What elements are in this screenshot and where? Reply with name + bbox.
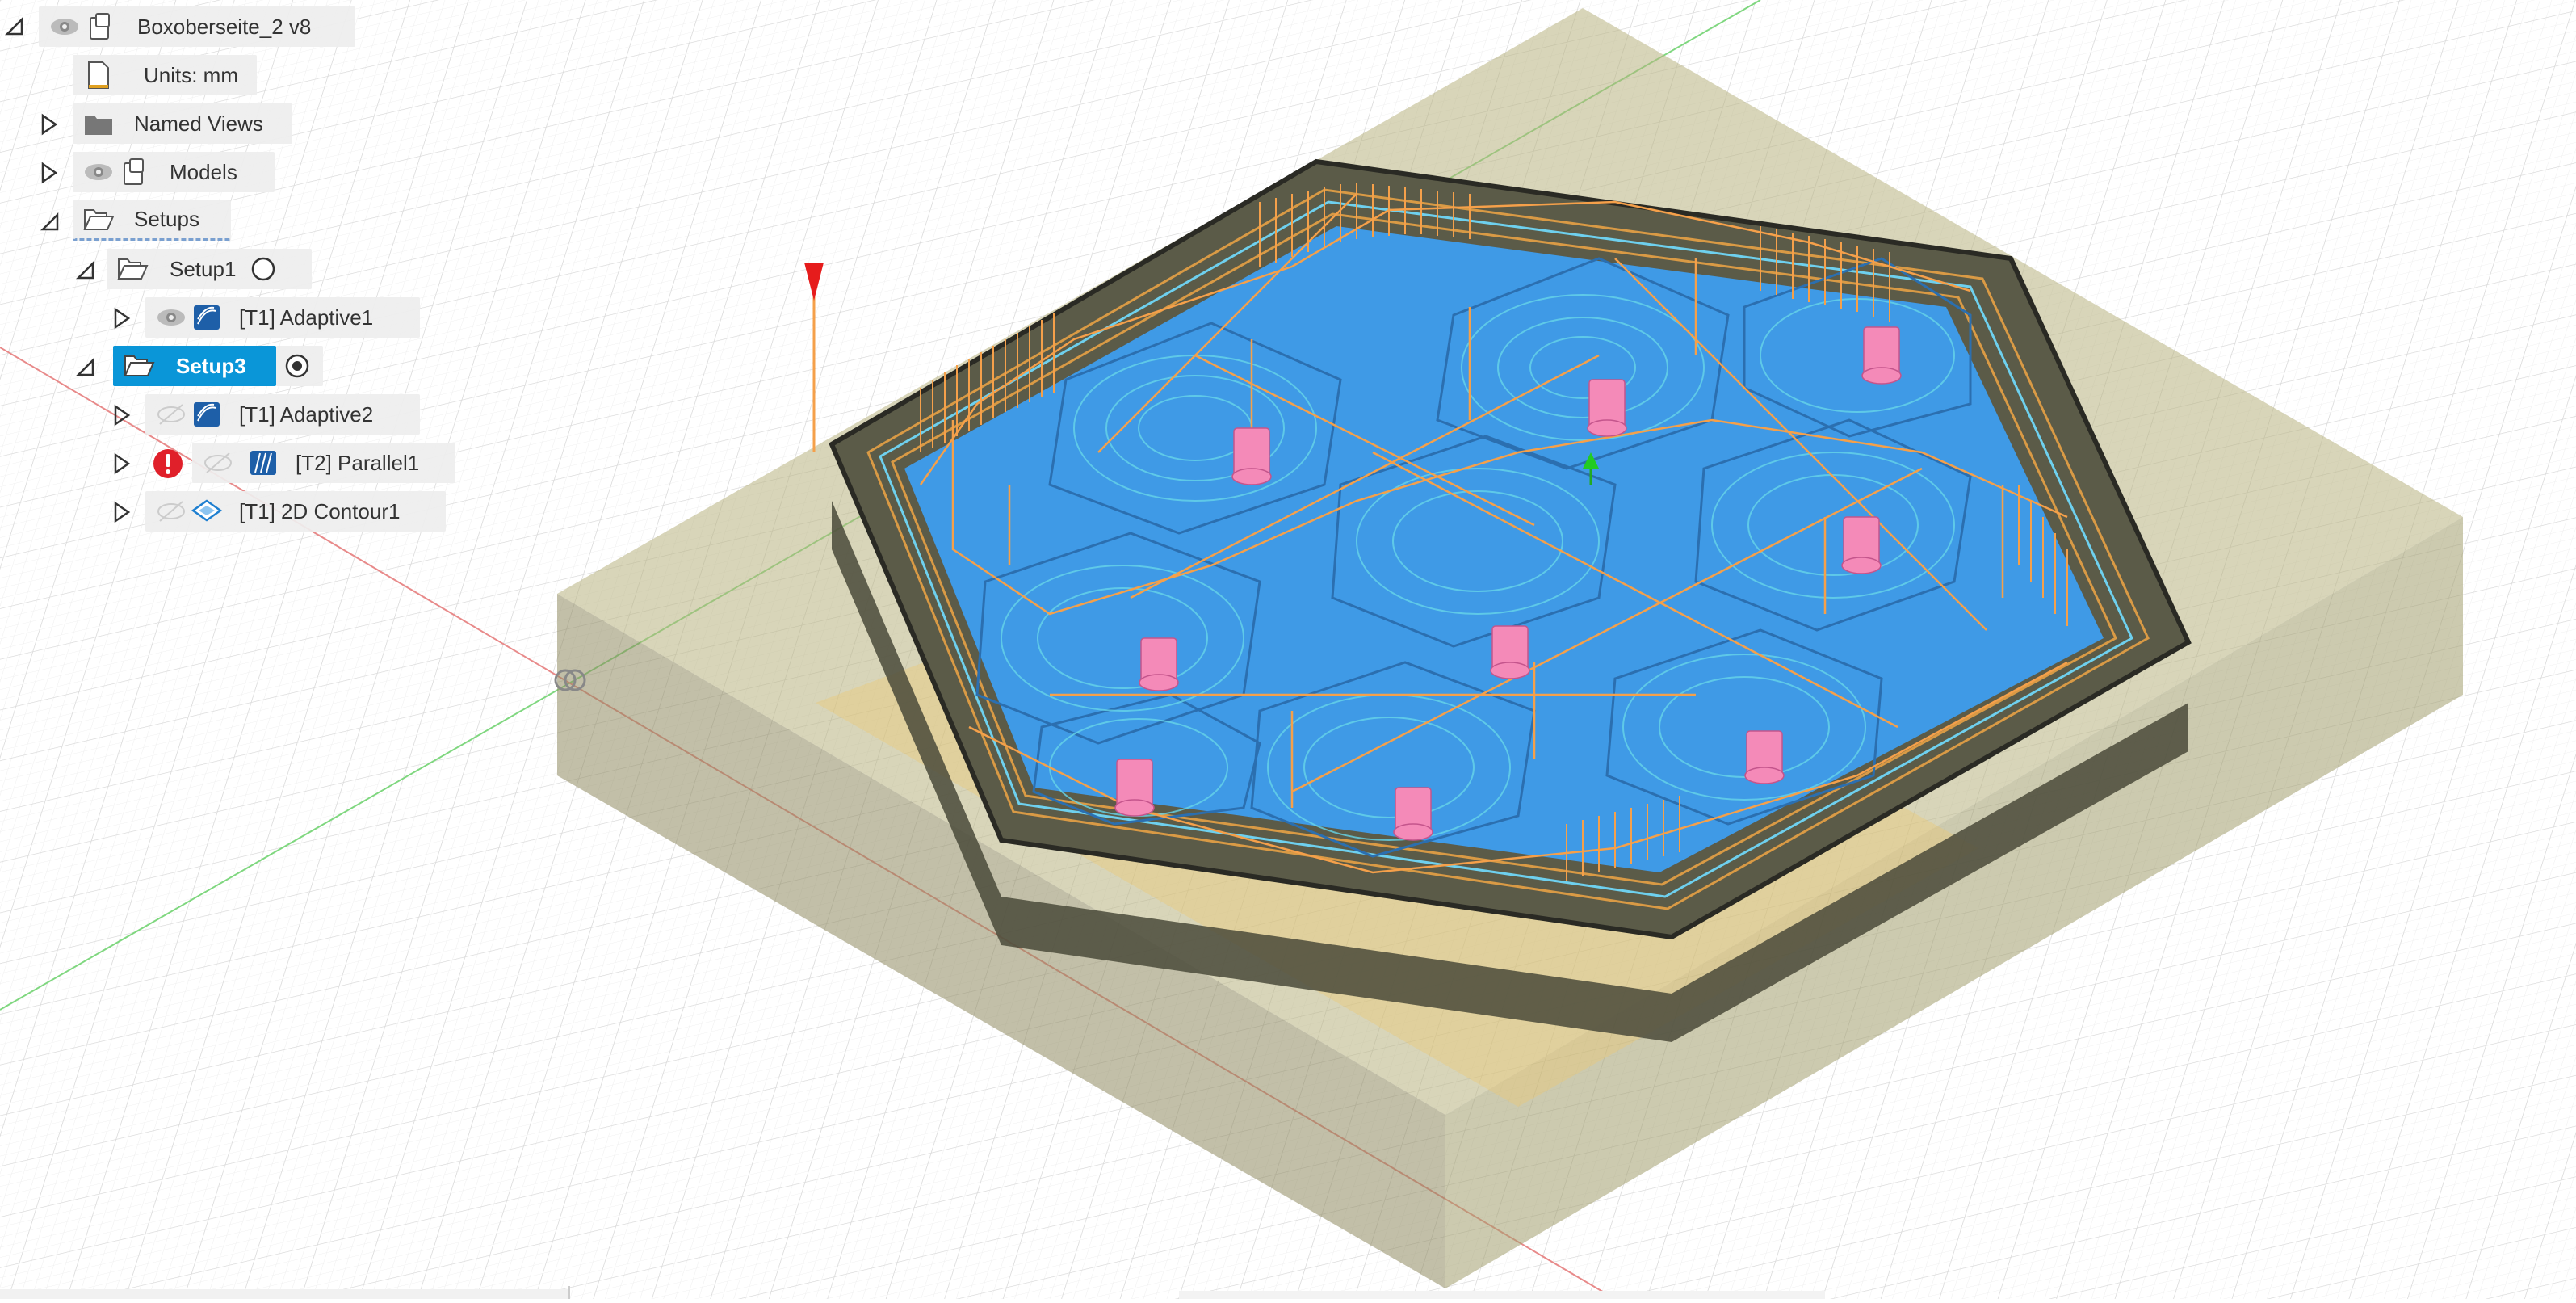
browser-setup1-node[interactable]: Setup1 [107, 249, 312, 289]
setup3-label: Setup3 [176, 353, 246, 378]
eye-hidden-icon[interactable] [200, 445, 236, 481]
units-label: Units: mm [144, 62, 238, 87]
browser-units-node[interactable]: Units: mm [73, 55, 257, 95]
document-icon [81, 57, 116, 93]
browser-root-node[interactable]: Boxoberseite_2 v8 [39, 6, 355, 47]
op-label: [T2] Parallel1 [296, 450, 420, 475]
collapse-triangle[interactable] [71, 351, 99, 383]
parallel-toolpath-icon [245, 445, 281, 481]
op-label: [T1] Adaptive1 [239, 305, 374, 330]
triangle-collapsed-icon [114, 404, 131, 427]
contour-toolpath-icon [189, 494, 224, 529]
setup-folder-icon [121, 348, 157, 384]
op-label: [T1] 2D Contour1 [239, 498, 401, 523]
drill-mark [1587, 379, 1627, 437]
eye-hidden-icon[interactable] [153, 494, 189, 529]
expand-triangle[interactable] [108, 448, 136, 480]
browser-tree: Boxoberseite_2 v8 Units: mm Named Views … [0, 0, 565, 549]
eye-icon[interactable] [47, 9, 82, 44]
collapse-triangle[interactable] [71, 254, 99, 286]
bottom-toolbar-edge [0, 1286, 2576, 1299]
eye-icon[interactable] [153, 300, 189, 335]
triangle-expanded-icon [40, 212, 59, 231]
expand-triangle[interactable] [36, 108, 63, 141]
browser-op-2d-contour1[interactable]: [T1] 2D Contour1 [145, 491, 446, 532]
drill-mark [1114, 759, 1155, 817]
models-label: Models [170, 159, 237, 184]
triangle-collapsed-icon [114, 307, 131, 330]
browser-op-adaptive1[interactable]: [T1] Adaptive1 [145, 297, 420, 338]
error-icon[interactable] [150, 446, 186, 481]
triangle-expanded-icon [4, 16, 23, 36]
inactive-setup-radio-icon[interactable] [245, 251, 281, 287]
triangle-expanded-icon [75, 260, 94, 280]
triangle-expanded-icon [75, 357, 94, 376]
drill-mark [1231, 427, 1272, 485]
setup-folder-icon [115, 251, 150, 287]
drill-mark [1861, 326, 1902, 385]
drill-mark [1841, 516, 1882, 574]
folder-icon [81, 106, 116, 141]
triangle-collapsed-icon [41, 113, 58, 136]
browser-op-parallel1[interactable]: [T2] Parallel1 [192, 443, 455, 483]
expand-triangle[interactable] [36, 157, 63, 189]
triangle-collapsed-icon [114, 452, 131, 475]
folder-open-icon [81, 202, 116, 237]
collapse-triangle[interactable] [0, 10, 27, 42]
named-views-label: Named Views [134, 111, 263, 136]
browser-models-node[interactable]: Models [73, 152, 275, 192]
browser-setup3-node[interactable]: Setup3 [113, 346, 276, 386]
active-setup-radio-icon[interactable] [279, 348, 315, 384]
eye-hidden-icon[interactable] [153, 397, 189, 432]
adaptive-toolpath-icon [189, 397, 224, 432]
browser-op-adaptive2[interactable]: [T1] Adaptive2 [145, 394, 420, 435]
collapse-triangle[interactable] [36, 205, 63, 237]
drill-mark [1393, 787, 1433, 841]
expand-triangle[interactable] [108, 399, 136, 431]
drill-mark [1490, 625, 1530, 679]
root-label: Boxoberseite_2 v8 [137, 14, 312, 39]
browser-named-views-node[interactable]: Named Views [73, 103, 292, 144]
browser-setups-node[interactable]: Setups [73, 200, 231, 241]
component-icon [116, 154, 152, 190]
drill-mark [1139, 637, 1179, 691]
component-icon [82, 9, 118, 44]
triangle-collapsed-icon [114, 501, 131, 523]
eye-icon[interactable] [81, 154, 116, 190]
op-label: [T1] Adaptive2 [239, 401, 374, 427]
triangle-collapsed-icon [41, 162, 58, 184]
setups-label: Setups [134, 207, 199, 231]
adaptive-toolpath-icon [189, 300, 224, 335]
expand-triangle[interactable] [108, 496, 136, 528]
drill-mark [1744, 730, 1785, 784]
setup1-label: Setup1 [170, 256, 237, 281]
expand-triangle[interactable] [108, 302, 136, 334]
active-setup-toggle[interactable] [276, 346, 323, 386]
